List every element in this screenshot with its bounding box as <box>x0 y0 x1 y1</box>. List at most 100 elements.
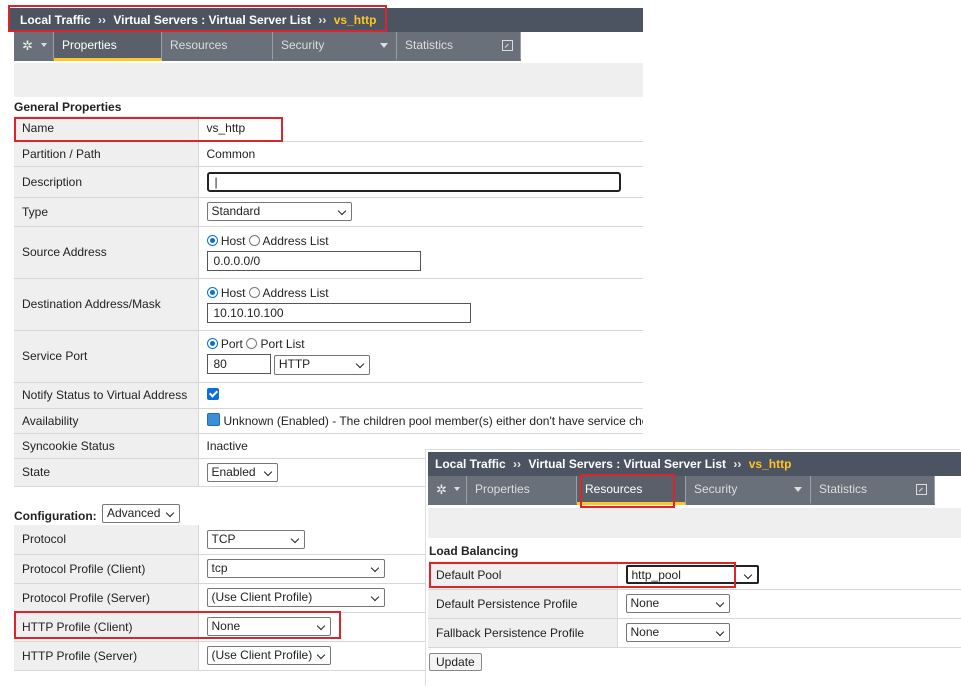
external-link-icon <box>916 484 927 495</box>
configuration-title: Configuration: Advanced <box>14 504 180 526</box>
protocol-select[interactable]: TCP <box>206 529 305 549</box>
type-select-value: Standard <box>211 204 261 218</box>
chevron-down-icon <box>290 534 299 543</box>
tab-properties[interactable]: Properties <box>54 32 162 61</box>
chevron-down-icon <box>316 650 325 660</box>
default-pool-value: http_pool <box>631 568 681 583</box>
chevron-down-icon <box>316 621 325 631</box>
destination-host-radio[interactable] <box>206 286 218 298</box>
tab-security-label: Security <box>281 38 325 52</box>
chevron-down-icon <box>454 487 460 491</box>
http-profile-server-value: (Use Client Profile) <box>211 648 313 662</box>
tab-security-label: Security <box>694 482 738 496</box>
default-pool-label: Default Pool <box>428 561 618 590</box>
breadcrumb-virtual-server-list[interactable]: Virtual Servers : Virtual Server List <box>113 13 311 27</box>
tab-resources-label: Resources <box>170 38 228 52</box>
notify-status-label: Notify Status to Virtual Address <box>14 382 199 409</box>
protocol-profile-server-select[interactable]: (Use Client Profile) <box>206 588 385 607</box>
configuration-label: Configuration: <box>14 509 97 523</box>
load-balancing-title: Load Balancing <box>429 544 519 558</box>
settings-menu-button[interactable]: ✲ <box>428 476 467 505</box>
name-label: Name <box>14 116 199 142</box>
fallback-persistence-value: None <box>630 625 660 639</box>
destination-address-list-label: Address List <box>262 285 329 300</box>
breadcrumb-current: vs_http <box>333 13 377 27</box>
source-address-input[interactable]: 0.0.0.0/0 <box>206 250 421 271</box>
external-link-icon <box>502 40 513 51</box>
settings-menu-button[interactable]: ✲ <box>14 32 54 61</box>
source-address-label: Source Address <box>14 226 199 279</box>
destination-address-list-radio[interactable] <box>248 286 260 298</box>
chevron-down-icon <box>794 487 802 492</box>
breadcrumb-virtual-server-list[interactable]: Virtual Servers : Virtual Server List <box>528 457 726 471</box>
toolbar-spacer <box>428 508 961 538</box>
tab-resources[interactable]: Resources <box>577 476 686 505</box>
notify-status-checkbox[interactable] <box>206 388 219 400</box>
tab-statistics-label: Statistics <box>819 482 868 496</box>
breadcrumb-separator: ›› <box>318 13 327 27</box>
port-list-radio[interactable] <box>246 338 258 349</box>
source-address-list-label: Address List <box>262 233 329 248</box>
breadcrumb-separator: ›› <box>513 457 522 471</box>
breadcrumb: Local Traffic ›› Virtual Servers : Virtu… <box>428 452 961 476</box>
service-port-label: Service Port <box>14 330 199 383</box>
port-radio[interactable] <box>206 338 218 349</box>
protocol-select-value: TCP <box>211 531 236 546</box>
name-value: vs_http <box>198 116 643 142</box>
protocol-profile-client-value: tcp <box>211 561 228 575</box>
destination-label: Destination Address/Mask <box>14 278 199 331</box>
default-persistence-label: Default Persistence Profile <box>428 589 618 619</box>
description-label: Description <box>14 166 199 198</box>
chevron-down-icon <box>370 563 379 573</box>
breadcrumb-local-traffic[interactable]: Local Traffic <box>20 13 91 27</box>
chevron-down-icon <box>337 206 346 216</box>
description-input[interactable]: | <box>206 171 621 192</box>
port-service-select[interactable]: HTTP <box>273 355 370 375</box>
tab-statistics-label: Statistics <box>405 38 454 52</box>
port-list-label: Port List <box>260 337 305 351</box>
general-properties-title: General Properties <box>14 100 122 114</box>
breadcrumb-local-traffic[interactable]: Local Traffic <box>435 457 506 471</box>
update-button[interactable]: Update <box>429 653 482 671</box>
tab-properties[interactable]: Properties <box>467 476 577 505</box>
chevron-down-icon <box>370 592 379 602</box>
tab-security[interactable]: Security <box>273 32 397 61</box>
partition-label: Partition / Path <box>14 141 199 167</box>
fallback-persistence-select[interactable]: None <box>625 623 730 642</box>
http-profile-client-select[interactable]: None <box>206 617 331 636</box>
gear-icon: ✲ <box>22 38 33 53</box>
status-unknown-icon <box>206 413 220 426</box>
chevron-down-icon <box>715 627 724 637</box>
type-select[interactable]: Standard <box>206 202 352 221</box>
tab-bar: ✲ Properties Resources Security Statisti… <box>428 476 935 507</box>
tab-bar: ✲ Properties Resources Security Statisti… <box>14 32 521 63</box>
fallback-persistence-label: Fallback Persistence Profile <box>428 618 618 648</box>
chevron-down-icon <box>165 508 175 518</box>
http-profile-server-label: HTTP Profile (Server) <box>14 641 199 671</box>
http-profile-client-value: None <box>211 619 241 633</box>
tab-properties-label: Properties <box>475 482 530 496</box>
chevron-down-icon <box>380 43 388 48</box>
type-label: Type <box>14 197 199 227</box>
source-address-list-radio[interactable] <box>248 234 260 246</box>
destination-address-input[interactable]: 10.10.10.100 <box>206 302 471 323</box>
tab-resources[interactable]: Resources <box>162 32 273 61</box>
default-persistence-value: None <box>630 596 660 610</box>
breadcrumb-separator: ›› <box>733 457 742 471</box>
destination-host-label: Host <box>220 285 246 300</box>
tab-statistics[interactable]: Statistics <box>811 476 935 505</box>
state-select[interactable]: Enabled <box>206 462 278 482</box>
general-properties-table: Name vs_http Partition / Path Common Des… <box>14 116 643 487</box>
resources-panel: Local Traffic ›› Virtual Servers : Virtu… <box>426 450 961 687</box>
source-host-radio[interactable] <box>206 234 218 246</box>
http-profile-server-select[interactable]: (Use Client Profile) <box>206 646 331 665</box>
default-pool-select[interactable]: http_pool <box>625 565 759 585</box>
port-input[interactable]: 80 <box>206 354 271 374</box>
tab-statistics[interactable]: Statistics <box>397 32 521 61</box>
tab-properties-label: Properties <box>62 38 117 52</box>
configuration-mode-select[interactable]: Advanced <box>102 504 180 523</box>
partition-value: Common <box>198 141 643 167</box>
default-persistence-select[interactable]: None <box>625 594 730 613</box>
tab-security[interactable]: Security <box>686 476 811 505</box>
protocol-profile-client-select[interactable]: tcp <box>206 559 385 578</box>
